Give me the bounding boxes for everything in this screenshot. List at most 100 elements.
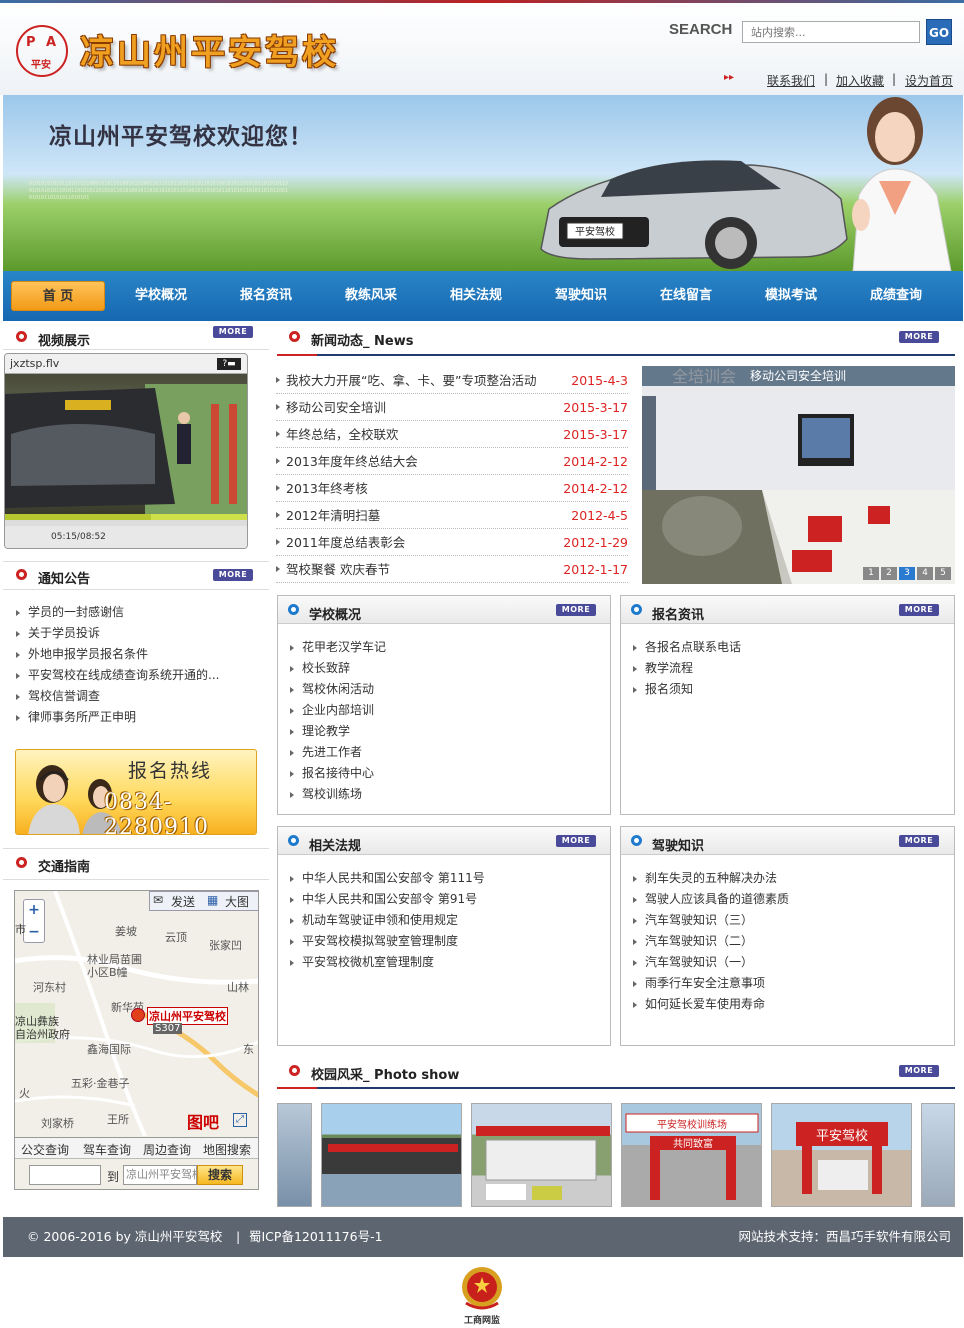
school-item[interactable]: 理论教学 (288, 721, 386, 742)
notice-item[interactable]: 学员的一封感谢信 (14, 602, 264, 623)
nav-registration[interactable]: 报名资讯 (221, 281, 311, 311)
news-title[interactable]: 我校大力开展“吃、拿、卡、要”专项整治活动 (286, 367, 536, 394)
regulation-item[interactable]: 平安驾校微机室管理制度 (288, 952, 485, 973)
campus-photo-training-ground[interactable]: 平安驾校训练场 共同致富 (621, 1103, 762, 1207)
footer-tech-support[interactable]: 网站技术支持：西昌巧手软件有限公司 (738, 1217, 951, 1257)
news-row[interactable]: 移动公司安全培训 2015-3-17 (276, 394, 628, 421)
signup-more-button[interactable]: MORE (899, 604, 939, 616)
search-go-button[interactable]: GO (926, 19, 952, 45)
slide-page-button[interactable]: 4 (917, 567, 933, 580)
photo-more-button[interactable]: MORE (899, 1065, 939, 1077)
news-title[interactable]: 驾校聚餐 欢庆春节 (286, 556, 390, 583)
map-send-button[interactable]: 发送 (171, 893, 195, 910)
news-title[interactable]: 年终总结，全校联欢 (286, 421, 399, 448)
school-more-button[interactable]: MORE (556, 604, 596, 616)
campus-photo-group[interactable] (321, 1103, 462, 1207)
video-screen[interactable] (5, 374, 247, 514)
news-row[interactable]: 2012年清明扫墓 2012-4-5 (276, 502, 628, 529)
map-large-button[interactable]: 大图 (225, 893, 249, 910)
school-item[interactable]: 先进工作者 (288, 742, 386, 763)
news-row[interactable]: 2013年终考核 2014-2-12 (276, 475, 628, 502)
notice-more-button[interactable]: MORE (213, 569, 253, 581)
notice-item[interactable]: 平安驾校在线成绩查询系统开通的... (14, 665, 264, 686)
signup-item[interactable]: 教学流程 (631, 658, 741, 679)
signup-hotline-banner[interactable]: 报名热线 0834-2280910 (15, 749, 257, 835)
regulation-item[interactable]: 中华人民共和国公安部令 第91号 (288, 889, 485, 910)
signup-item[interactable]: 各报名点联系电话 (631, 637, 741, 658)
business-regulation-badge[interactable]: 工商网监 (458, 1265, 506, 1326)
signup-item[interactable]: 报名须知 (631, 679, 741, 700)
school-item[interactable]: 驾校训练场 (288, 784, 386, 805)
news-row[interactable]: 年终总结，全校联欢 2015-3-17 (276, 421, 628, 448)
news-title[interactable]: 2013年度年终总结大会 (286, 448, 418, 475)
knowledge-more-button[interactable]: MORE (899, 835, 939, 847)
school-item[interactable]: 企业内部培训 (288, 700, 386, 721)
notice-item[interactable]: 关于学员投诉 (14, 623, 264, 644)
zoom-out-icon[interactable]: − (23, 921, 45, 943)
regulation-item[interactable]: 平安驾校模拟驾驶室管理制度 (288, 931, 485, 952)
video-window-controls-icon[interactable]: ?▬ (217, 358, 241, 370)
video-more-button[interactable]: MORE (213, 326, 253, 338)
zoom-in-icon[interactable]: + (23, 899, 45, 921)
news-row[interactable]: 我校大力开展“吃、拿、卡、要”专项整治活动 2015-4-3 (276, 367, 628, 394)
school-item[interactable]: 校长致辞 (288, 658, 386, 679)
news-row[interactable]: 2013年度年终总结大会 2014-2-12 (276, 448, 628, 475)
map-tab-bus[interactable]: 公交查询 (21, 1141, 69, 1158)
slide-page-button[interactable]: 1 (863, 567, 879, 580)
slide-page-button[interactable]: 2 (881, 567, 897, 580)
footer-icp-link[interactable]: 蜀ICP备12011176号-1 (249, 1217, 383, 1257)
news-row[interactable]: 2011年度总结表彰会 2012-1-29 (276, 529, 628, 556)
route-destination-input[interactable]: 凉山州平安驾校 (123, 1165, 197, 1185)
notice-item[interactable]: 驾校信誉调查 (14, 686, 264, 707)
contact-us-link[interactable]: 联系我们 (767, 72, 815, 89)
campus-photo-building[interactable] (471, 1103, 612, 1207)
nav-school-overview[interactable]: 学校概况 (116, 281, 206, 311)
campus-photo[interactable] (277, 1103, 312, 1207)
news-title[interactable]: 2013年终考核 (286, 475, 368, 502)
news-more-button[interactable]: MORE (899, 331, 939, 343)
route-search-button[interactable]: 搜索 (197, 1165, 243, 1185)
nav-driving-knowledge[interactable]: 驾驶知识 (536, 281, 626, 311)
regulation-item[interactable]: 中华人民共和国公安部令 第111号 (288, 868, 485, 889)
map-tab-search[interactable]: 地图搜索 (203, 1141, 251, 1158)
regulations-more-button[interactable]: MORE (556, 835, 596, 847)
add-favorite-link[interactable]: 加入收藏 (836, 72, 884, 89)
map-marker-icon[interactable] (131, 1008, 145, 1022)
map-tab-nearby[interactable]: 周边查询 (143, 1141, 191, 1158)
campus-photo[interactable] (921, 1103, 955, 1207)
regulation-item[interactable]: 机动车驾驶证申领和使用规定 (288, 910, 485, 931)
map-expand-icon[interactable]: ⤢ (233, 1113, 247, 1127)
route-origin-input[interactable] (29, 1165, 101, 1185)
news-title[interactable]: 2011年度总结表彰会 (286, 529, 405, 556)
nav-home[interactable]: 首 页 (11, 281, 105, 311)
nav-mock-exam[interactable]: 模拟考试 (746, 281, 836, 311)
news-title[interactable]: 移动公司安全培训 (286, 394, 386, 421)
school-item[interactable]: 花甲老汉学车记 (288, 637, 386, 658)
news-title[interactable]: 2012年清明扫墓 (286, 502, 380, 529)
school-item[interactable]: 驾校休闲活动 (288, 679, 386, 700)
notice-item[interactable]: 律师事务所严正申明 (14, 707, 264, 728)
knowledge-item[interactable]: 汽车驾驶知识（二） (631, 931, 789, 952)
knowledge-item[interactable]: 如何延长爱车使用寿命 (631, 994, 789, 1015)
knowledge-item[interactable]: 雨季行车安全注意事项 (631, 973, 789, 994)
school-item[interactable]: 报名接待中心 (288, 763, 386, 784)
slide-page-button[interactable]: 5 (935, 567, 951, 580)
nav-score-query[interactable]: 成绩查询 (851, 281, 941, 311)
campus-photo-gate[interactable]: 平安驾校 (771, 1103, 912, 1207)
set-homepage-link[interactable]: 设为首页 (905, 72, 953, 89)
notice-item[interactable]: 外地申报学员报名条件 (14, 644, 264, 665)
map-tab-drive[interactable]: 驾车查询 (83, 1141, 131, 1158)
nav-coaches[interactable]: 教练风采 (326, 281, 416, 311)
nav-regulations[interactable]: 相关法规 (431, 281, 521, 311)
video-progress-bar[interactable] (5, 514, 247, 520)
knowledge-item[interactable]: 汽车驾驶知识（一） (631, 952, 789, 973)
location-map[interactable]: + − ✉ 发送 ▦ 大图 姜坡 云顶 张家凹 林业局苗圃 小区B幢 河东村 山… (14, 890, 259, 1190)
nav-message-board[interactable]: 在线留言 (641, 281, 731, 311)
knowledge-item[interactable]: 汽车驾驶知识（三） (631, 910, 789, 931)
news-slideshow[interactable]: 全培训会 移动公司安全培训 1 2 3 4 5 (642, 366, 955, 584)
knowledge-item[interactable]: 刹车失灵的五种解决办法 (631, 868, 789, 889)
site-search-input[interactable] (742, 21, 920, 43)
knowledge-item[interactable]: 驾驶人应该具备的道德素质 (631, 889, 789, 910)
news-row[interactable]: 驾校聚餐 欢庆春节 2012-1-17 (276, 556, 628, 583)
slide-page-button-active[interactable]: 3 (899, 567, 915, 580)
